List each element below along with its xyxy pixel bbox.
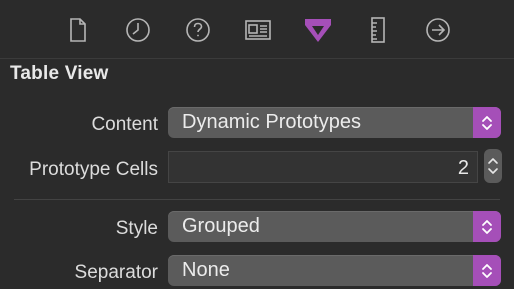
identity-inspector-icon[interactable] (242, 14, 274, 46)
size-inspector-icon[interactable] (362, 14, 394, 46)
content-label: Content (91, 114, 158, 135)
style-row: Style Grouped (0, 211, 514, 245)
content-row: Content Dynamic Prototypes (0, 107, 514, 141)
connections-inspector-icon[interactable] (422, 14, 454, 46)
stepper-down-icon (488, 168, 498, 174)
chevron-up-down-icon (473, 255, 501, 286)
inspector-toolbar (0, 0, 514, 59)
history-inspector-icon[interactable] (122, 14, 154, 46)
content-popup[interactable]: Dynamic Prototypes (168, 107, 501, 138)
prototype-cells-label: Prototype Cells (29, 159, 158, 180)
attributes-inspector-panel: Table View Content Dynamic Prototypes Pr… (0, 0, 514, 288)
separator-row: Separator None (0, 255, 514, 289)
prototype-cells-row: Prototype Cells 2 (0, 149, 514, 185)
style-value: Grouped (182, 215, 260, 237)
chevron-up-down-icon (473, 107, 501, 138)
style-popup[interactable]: Grouped (168, 211, 501, 242)
section-title: Table View (10, 63, 109, 84)
prototype-cells-field[interactable]: 2 (168, 151, 478, 183)
stepper-up-icon (488, 158, 498, 164)
separator-value: None (182, 259, 230, 281)
separator-label: Separator (74, 262, 158, 283)
divider (14, 199, 500, 200)
file-inspector-icon[interactable] (62, 14, 94, 46)
chevron-up-down-icon (473, 211, 501, 242)
content-value: Dynamic Prototypes (182, 111, 361, 133)
prototype-cells-stepper[interactable] (484, 149, 502, 183)
prototype-cells-value: 2 (457, 157, 469, 179)
quick-help-icon[interactable] (182, 14, 214, 46)
style-label: Style (115, 218, 158, 239)
attributes-inspector-icon[interactable] (302, 14, 334, 46)
separator-popup[interactable]: None (168, 255, 501, 286)
